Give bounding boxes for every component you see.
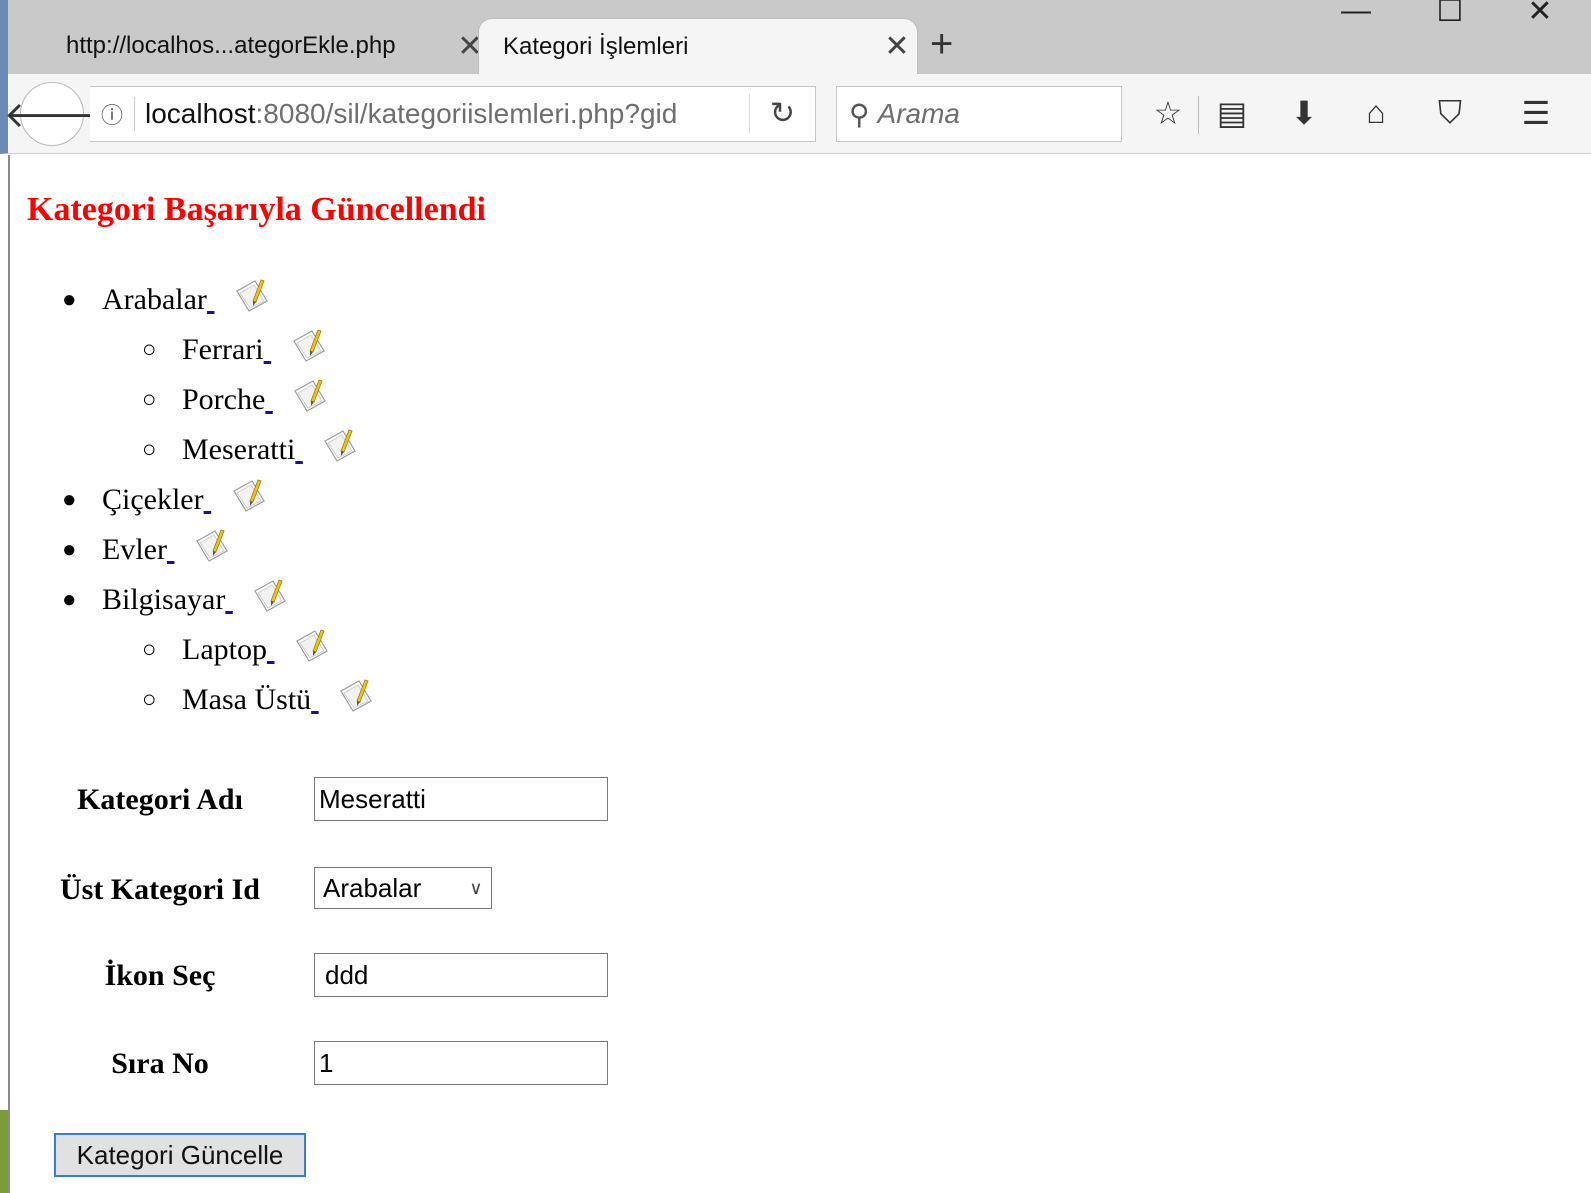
edit-pencil-icon[interactable] (321, 427, 359, 463)
category-item: ○ Masa Üstü (62, 675, 375, 725)
delete-link[interactable] (295, 425, 303, 475)
circle-bullet-icon: ○ (142, 637, 157, 663)
new-tab-button[interactable]: + (930, 22, 953, 67)
delete-link[interactable] (204, 475, 212, 525)
category-label: Laptop (182, 633, 267, 666)
delete-link[interactable] (167, 525, 175, 575)
disc-bullet-icon: ● (62, 287, 77, 313)
category-item: ○ Laptop (62, 625, 375, 675)
page-content: Kategori Başarıyla Güncellendi ● Arabalar… (8, 155, 1580, 1193)
edit-pencil-icon[interactable] (293, 627, 331, 663)
success-message: Kategori Başarıyla Güncellendi (27, 191, 486, 228)
category-label: Çiçekler (102, 483, 204, 516)
back-button[interactable]: 🡐 (4, 82, 100, 146)
order-number-label: Sıra No (111, 1047, 209, 1080)
circle-bullet-icon: ○ (142, 337, 157, 363)
icon-input[interactable]: ddd (314, 953, 608, 997)
category-label: Evler (102, 533, 167, 566)
url-bar[interactable]: ⓘ localhost :8080/sil/kategoriislemleri.… (90, 86, 816, 142)
category-item: ○ Meseratti (62, 425, 375, 475)
menu-icon[interactable]: ☰ (1512, 94, 1560, 132)
edit-pencil-icon[interactable] (291, 377, 329, 413)
form-row-icon: İkon Seç ddd (10, 953, 710, 999)
tab-kategori-islemleri[interactable]: Kategori İşlemleri ✕ (478, 18, 918, 74)
url-host: localhost (145, 98, 256, 129)
info-icon[interactable]: ⓘ (90, 98, 134, 130)
category-label: Bilgisayar (102, 583, 226, 616)
tab-title: Kategori İşlemleri (503, 32, 689, 60)
form-row-parent: Üst Kategori Id Arabalar ∨ (10, 867, 710, 913)
edit-pencil-icon[interactable] (290, 327, 328, 363)
category-name-label: Kategori Adı (77, 783, 243, 816)
update-category-button[interactable]: Kategori Güncelle (54, 1133, 306, 1177)
category-item: ● Evler (62, 525, 375, 575)
home-icon[interactable]: ⌂ (1352, 94, 1400, 131)
delete-link[interactable] (265, 375, 273, 425)
order-number-input[interactable]: 1 (314, 1041, 608, 1085)
disc-bullet-icon: ● (62, 587, 77, 613)
tab-strip: http://localhos...ategorEkle.php ✕ Kateg… (0, 0, 1591, 74)
edit-pencil-icon[interactable] (230, 477, 268, 513)
icon-select-label: İkon Seç (104, 959, 216, 992)
disc-bullet-icon: ● (62, 537, 77, 563)
delete-link[interactable] (225, 575, 233, 625)
toolbar-divider (1198, 96, 1199, 134)
parent-category-label: Üst Kategori Id (60, 873, 260, 906)
edit-pencil-icon[interactable] (251, 577, 289, 613)
chevron-down-icon: ∨ (469, 877, 483, 898)
reload-icon[interactable]: ↻ (749, 94, 815, 134)
category-label: Porche (182, 383, 266, 416)
close-window-button[interactable]: ✕ (1510, 0, 1570, 29)
minimize-button[interactable]: — (1326, 0, 1386, 28)
search-placeholder: Arama (877, 98, 960, 129)
window-edge-accent (0, 1110, 8, 1193)
category-name-input[interactable]: Meseratti (314, 777, 608, 821)
category-item: ● Bilgisayar (62, 575, 375, 625)
category-list: ● Arabalar ○ Ferrari ○ Porche ○ Meseratti ● Ç… (62, 275, 375, 725)
maximize-button[interactable]: ☐ (1420, 0, 1480, 29)
search-bar[interactable]: ⚲ Arama (836, 86, 1122, 142)
pocket-icon[interactable]: ⛉ (1426, 94, 1474, 132)
form-row-name: Kategori Adı Meseratti (10, 777, 710, 823)
url-separator (134, 97, 135, 131)
category-item: ● Çiçekler (62, 475, 375, 525)
edit-pencil-icon[interactable] (193, 527, 231, 563)
parent-category-value: Arabalar (323, 872, 422, 903)
delete-link[interactable] (311, 675, 319, 725)
category-label: Masa Üstü (182, 683, 312, 716)
category-item: ○ Porche (62, 375, 375, 425)
disc-bullet-icon: ● (62, 487, 77, 513)
category-item: ● Arabalar (62, 275, 375, 325)
delete-link[interactable] (267, 625, 275, 675)
search-icon: ⚲ (849, 98, 870, 130)
tab-title: http://localhos...ategorEkle.php (66, 32, 396, 59)
form-row-order: Sıra No 1 (10, 1041, 710, 1087)
circle-bullet-icon: ○ (142, 387, 157, 413)
close-tab-icon[interactable]: ✕ (877, 29, 917, 64)
delete-link[interactable] (264, 325, 272, 375)
download-icon[interactable]: ⬇ (1280, 94, 1328, 132)
category-item: ○ Ferrari (62, 325, 375, 375)
edit-pencil-icon[interactable] (337, 677, 375, 713)
back-arrow-icon: 🡐 (3, 94, 101, 135)
category-label: Arabalar (102, 283, 207, 316)
bookmark-star-icon[interactable]: ☆ (1144, 94, 1192, 132)
navigation-bar: 🡐 ⓘ localhost :8080/sil/kategoriislemler… (0, 74, 1591, 154)
tab-kategor-ekle[interactable]: http://localhos...ategorEkle.php ✕ (50, 18, 490, 74)
url-path: :8080/sil/kategoriislemleri.php?gid (255, 98, 678, 129)
edit-pencil-icon[interactable] (233, 277, 271, 313)
circle-bullet-icon: ○ (142, 437, 157, 463)
delete-link[interactable] (207, 275, 215, 325)
category-label: Meseratti (182, 433, 296, 466)
parent-category-select[interactable]: Arabalar ∨ (314, 867, 492, 909)
circle-bullet-icon: ○ (142, 687, 157, 713)
category-label: Ferrari (182, 333, 264, 366)
reading-list-icon[interactable]: ▤ (1208, 94, 1256, 132)
